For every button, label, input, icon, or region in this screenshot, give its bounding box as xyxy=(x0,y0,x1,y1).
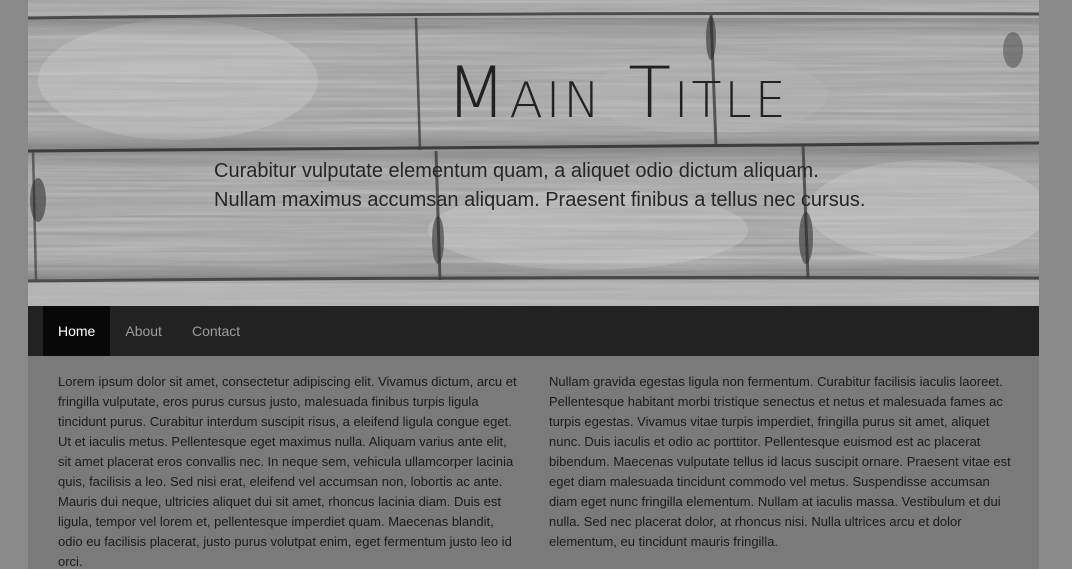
nav-item-about[interactable]: About xyxy=(110,306,177,356)
right-column-text: Nullam gravida egestas ligula non fermen… xyxy=(549,374,1011,549)
nav-list: Home About Contact xyxy=(28,306,1039,356)
main-content: Lorem ipsum dolor sit amet, consectetur … xyxy=(28,356,1039,569)
page-container: Main Title Curabitur vulputate elementum… xyxy=(28,0,1039,569)
navbar: Home About Contact xyxy=(28,306,1039,356)
hero-subtitle: Curabitur vulputate elementum quam, a al… xyxy=(214,160,866,211)
wood-background-image xyxy=(28,0,1039,306)
left-column-text: Lorem ipsum dolor sit amet, consectetur … xyxy=(58,374,517,569)
main-title: Main Title xyxy=(446,52,789,134)
nav-item-home[interactable]: Home xyxy=(43,306,111,356)
nav-item-contact[interactable]: Contact xyxy=(177,306,255,356)
hero-header: Main Title Curabitur vulputate elementum… xyxy=(28,0,1039,306)
